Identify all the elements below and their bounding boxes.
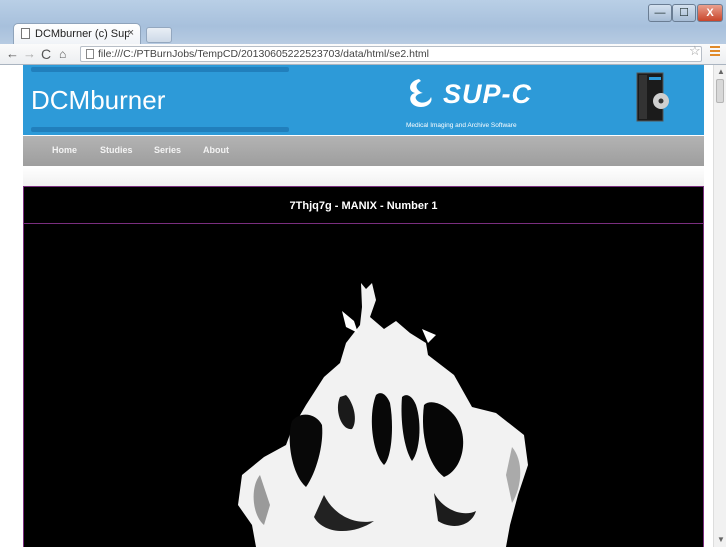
address-bar[interactable]: file:///C:/PTBurnJobs/TempCD/20130605222…	[80, 46, 702, 62]
back-arrow-icon[interactable]: ←	[6, 46, 19, 62]
site-tagline: Medical Imaging and Archive Software	[406, 122, 517, 129]
site-brand[interactable]: DCMburner	[31, 85, 165, 116]
file-page-icon	[86, 49, 94, 59]
series-header: 7Thjq7g - MANIX - Number 1	[24, 186, 703, 224]
tab-close-icon[interactable]: ×	[128, 27, 134, 39]
bookmark-star-icon[interactable]: ☆	[689, 43, 701, 59]
supc-logo-text: SUP-C	[443, 79, 533, 109]
forward-arrow-icon[interactable]: →	[23, 46, 36, 62]
browser-titlebar: DCMburner (c) Sup-( × — ☐ X	[0, 0, 726, 44]
supc-logo: SUP-C	[403, 77, 535, 109]
scroll-thumb[interactable]	[716, 79, 724, 103]
tab-title: DCMburner (c) Sup-(	[35, 28, 129, 40]
series-title: 7Thjq7g - MANIX - Number 1	[289, 200, 438, 212]
browser-toolbar: ← → C ⌂ file:///C:/PTBurnJobs/TempCD/201…	[0, 43, 726, 65]
nav-series[interactable]: Series	[154, 145, 181, 155]
close-window-button[interactable]: X	[697, 4, 723, 22]
page-viewport: DCMburner SUP-C Medical Imaging and Arch…	[0, 65, 713, 547]
reload-icon[interactable]: C	[41, 46, 51, 62]
browser-menu-icon[interactable]	[710, 46, 720, 58]
page-icon	[21, 28, 30, 39]
url-text[interactable]: file:///C:/PTBurnJobs/TempCD/20130605222…	[98, 48, 429, 60]
minimize-button[interactable]: —	[648, 4, 672, 22]
home-icon[interactable]: ⌂	[59, 46, 66, 62]
browser-tab[interactable]: DCMburner (c) Sup-( ×	[13, 23, 141, 44]
ct-scan-image[interactable]	[24, 225, 703, 547]
site-header: DCMburner SUP-C Medical Imaging and Arch…	[23, 65, 704, 135]
scroll-down-icon[interactable]: ▼	[717, 535, 725, 544]
supc-swirl-icon	[410, 79, 432, 107]
new-tab-button[interactable]	[146, 27, 172, 43]
navbar-subbar	[23, 166, 704, 186]
nav-home[interactable]: Home	[52, 145, 77, 155]
page-content: DCMburner SUP-C Medical Imaging and Arch…	[23, 65, 704, 547]
header-stripe	[31, 67, 289, 72]
product-box-image	[636, 72, 669, 122]
nav-studies[interactable]: Studies	[100, 145, 133, 155]
header-stripe	[31, 127, 289, 132]
scroll-up-icon[interactable]: ▲	[717, 67, 725, 76]
page-scrollbar[interactable]: ▲ ▼	[713, 65, 726, 547]
nav-about[interactable]: About	[203, 145, 229, 155]
series-panel: 7Thjq7g - MANIX - Number 1	[23, 186, 704, 547]
maximize-button[interactable]: ☐	[672, 4, 696, 22]
site-navbar: Home Studies Series About	[23, 136, 704, 166]
